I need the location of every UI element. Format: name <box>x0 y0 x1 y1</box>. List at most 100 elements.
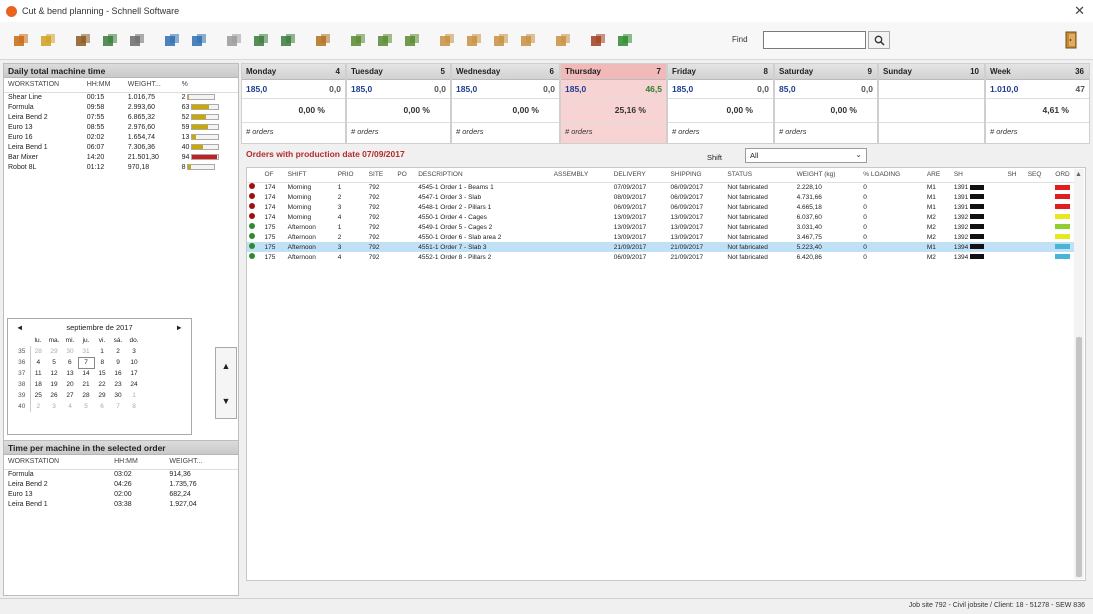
day-header[interactable]: Monday 4 <box>242 64 345 80</box>
calendar-day[interactable]: 16 <box>110 368 126 379</box>
col-workstation[interactable]: WORKSTATION <box>4 455 111 470</box>
orders-col-are[interactable]: ARE <box>924 168 952 183</box>
order-row[interactable]: 175 Afternoon 2 792 4550-1 Order 6 - Slab ar… <box>247 232 1083 242</box>
calendar-day[interactable]: 8 <box>126 401 142 412</box>
calendar-day[interactable]: 24 <box>126 379 142 390</box>
orders-col--loading[interactable]: % LOADING <box>861 168 925 183</box>
calendar-day[interactable]: 28 <box>78 390 94 401</box>
order-machine-row[interactable]: Euro 13 02:00 682,24 <box>4 490 238 500</box>
pencil-button[interactable] <box>10 30 32 52</box>
layout-2-button[interactable] <box>374 30 396 52</box>
col-weight[interactable]: WEIGHT... <box>165 455 238 470</box>
calendar-day[interactable]: 4 <box>30 357 46 368</box>
orders-col-shipping[interactable]: SHIPPING <box>668 168 726 183</box>
calendar-day[interactable]: 2 <box>30 401 46 412</box>
orders-col-delivery[interactable]: DELIVERY <box>611 168 669 183</box>
daily-row[interactable]: Shear Line 00:15 1.016,75 2 <box>4 93 238 103</box>
col-workstation[interactable]: WORKSTATION <box>4 78 83 93</box>
calendar-day[interactable]: 6 <box>62 357 78 368</box>
orders-col-site[interactable]: SITE <box>366 168 396 183</box>
orders-col-assembly[interactable]: ASSEMBLY <box>551 168 612 183</box>
find-button[interactable] <box>868 31 890 49</box>
calendar-day[interactable]: 29 <box>46 346 62 357</box>
calendar-day[interactable]: 27 <box>62 390 78 401</box>
next-day-button[interactable]: ▼ <box>216 383 236 418</box>
calendar-day[interactable]: 23 <box>110 379 126 390</box>
order-row[interactable]: 175 Afternoon 4 792 4552-1 Order 8 - Pillars… <box>247 252 1083 262</box>
calendar-day[interactable]: 9 <box>110 357 126 368</box>
calendar-next-button[interactable]: ► <box>176 323 183 332</box>
calendar-day[interactable]: 2 <box>110 346 126 357</box>
previous-day-button[interactable]: ▲ <box>216 348 236 383</box>
col-weight[interactable]: WEIGHT... <box>123 78 178 93</box>
calendar-day[interactable]: 6 <box>94 401 110 412</box>
exit-button[interactable] <box>1060 29 1082 51</box>
calendar-day[interactable]: 14 <box>78 368 94 379</box>
bend-right-button[interactable] <box>188 30 210 52</box>
calendar-day[interactable]: 8 <box>94 357 110 368</box>
shift-select[interactable]: All ⌄ <box>745 148 867 163</box>
day-column-thursday[interactable]: Thursday 7 185,0 46,5 25,16 % # orders <box>560 63 667 144</box>
daily-row[interactable]: Formula 09:58 2.993,60 63 <box>4 103 238 113</box>
calendar-day[interactable]: 11 <box>30 368 46 379</box>
day-header[interactable]: Friday 8 <box>668 64 773 80</box>
calendar-day[interactable]: 22 <box>94 379 110 390</box>
orders-col-po[interactable]: PO <box>395 168 417 183</box>
day-column-tuesday[interactable]: Tuesday 5 185,0 0,0 0,00 % # orders <box>346 63 451 144</box>
orders-col-of[interactable]: OF <box>262 168 286 183</box>
calendar-day[interactable]: 30 <box>110 390 126 401</box>
day-header[interactable]: Thursday 7 <box>561 64 666 80</box>
wave-button[interactable] <box>277 30 299 52</box>
find-input[interactable] <box>763 31 866 49</box>
calendar-day[interactable]: 10 <box>126 357 142 368</box>
export-3-button[interactable] <box>490 30 512 52</box>
bin-button[interactable] <box>126 30 148 52</box>
calendar-day[interactable]: 29 <box>94 390 110 401</box>
calendar-day[interactable]: 13 <box>62 368 78 379</box>
disabled-button[interactable] <box>223 30 245 52</box>
orders-scrollbar[interactable]: ▲ <box>1074 169 1084 579</box>
day-header[interactable]: Saturday 9 <box>775 64 877 80</box>
calendar-day[interactable]: 3 <box>46 401 62 412</box>
machines-button[interactable] <box>72 30 94 52</box>
day-header[interactable]: Wednesday 6 <box>452 64 559 80</box>
day-header[interactable]: Week 36 <box>986 64 1089 80</box>
orders-col-prio[interactable]: PRIO <box>335 168 367 183</box>
calendar-day[interactable]: 5 <box>46 357 62 368</box>
col-hhmm[interactable]: HH:MM <box>110 455 166 470</box>
calendar-day[interactable]: 31 <box>78 346 94 357</box>
order-row[interactable]: 174 Morning 1 792 4545-1 Order 1 - Beams 1 07… <box>247 182 1083 192</box>
day-header[interactable]: Sunday 10 <box>879 64 984 80</box>
tree-button[interactable] <box>614 30 636 52</box>
calendar-day[interactable]: 20 <box>62 379 78 390</box>
month-calendar[interactable]: ◄ septiembre de 2017 ► lu. ma. mi. ju. vi. sá… <box>7 318 192 435</box>
calendar-prev-button[interactable]: ◄ <box>16 323 23 332</box>
orders-col-sh[interactable]: SH <box>1005 168 1026 183</box>
export-5-button[interactable] <box>552 30 574 52</box>
order-machine-row[interactable]: Formula 03:02 914,36 <box>4 470 238 480</box>
calendar-day[interactable]: 21 <box>78 379 94 390</box>
order-row[interactable]: 175 Afternoon 3 792 4551-1 Order 7 - Slab 3 2… <box>247 242 1083 252</box>
close-window-button[interactable]: ✕ <box>1074 3 1085 19</box>
scrollbar-thumb[interactable] <box>1076 337 1082 577</box>
orders-col-weight-kg-[interactable]: WEIGHT (kg) <box>794 168 862 183</box>
day-column-saturday[interactable]: Saturday 9 85,0 0,0 0,00 % # orders <box>774 63 878 144</box>
orders-col-description[interactable]: DESCRIPTION <box>416 168 552 183</box>
calendar-day[interactable]: 4 <box>62 401 78 412</box>
order-machine-row[interactable]: Leira Bend 2 04:26 1.735,76 <box>4 480 238 490</box>
day-header[interactable]: Tuesday 5 <box>347 64 450 80</box>
col-percent[interactable]: % <box>177 78 238 93</box>
order-machine-row[interactable]: Leira Bend 1 03:38 1.927,04 <box>4 500 238 510</box>
grid-button[interactable] <box>37 30 59 52</box>
orders-col-shift[interactable]: SHIFT <box>285 168 336 183</box>
calendar-grid[interactable]: lu. ma. mi. ju. vi. sá. do. 35 28 29 30 31 1 2 3 36 4 5 6… <box>14 335 142 412</box>
calendar-day[interactable]: 12 <box>46 368 62 379</box>
calendar-day[interactable]: 30 <box>62 346 78 357</box>
calendar-day[interactable]: 26 <box>46 390 62 401</box>
shape-button[interactable] <box>250 30 272 52</box>
export-1-button[interactable] <box>436 30 458 52</box>
scroll-up-icon[interactable]: ▲ <box>1075 171 1082 178</box>
day-column-friday[interactable]: Friday 8 185,0 0,0 0,00 % # orders <box>667 63 774 144</box>
daily-row[interactable]: Euro 13 08:55 2.976,60 59 <box>4 123 238 133</box>
day-column-monday[interactable]: Monday 4 185,0 0,0 0,00 % # orders <box>241 63 346 144</box>
